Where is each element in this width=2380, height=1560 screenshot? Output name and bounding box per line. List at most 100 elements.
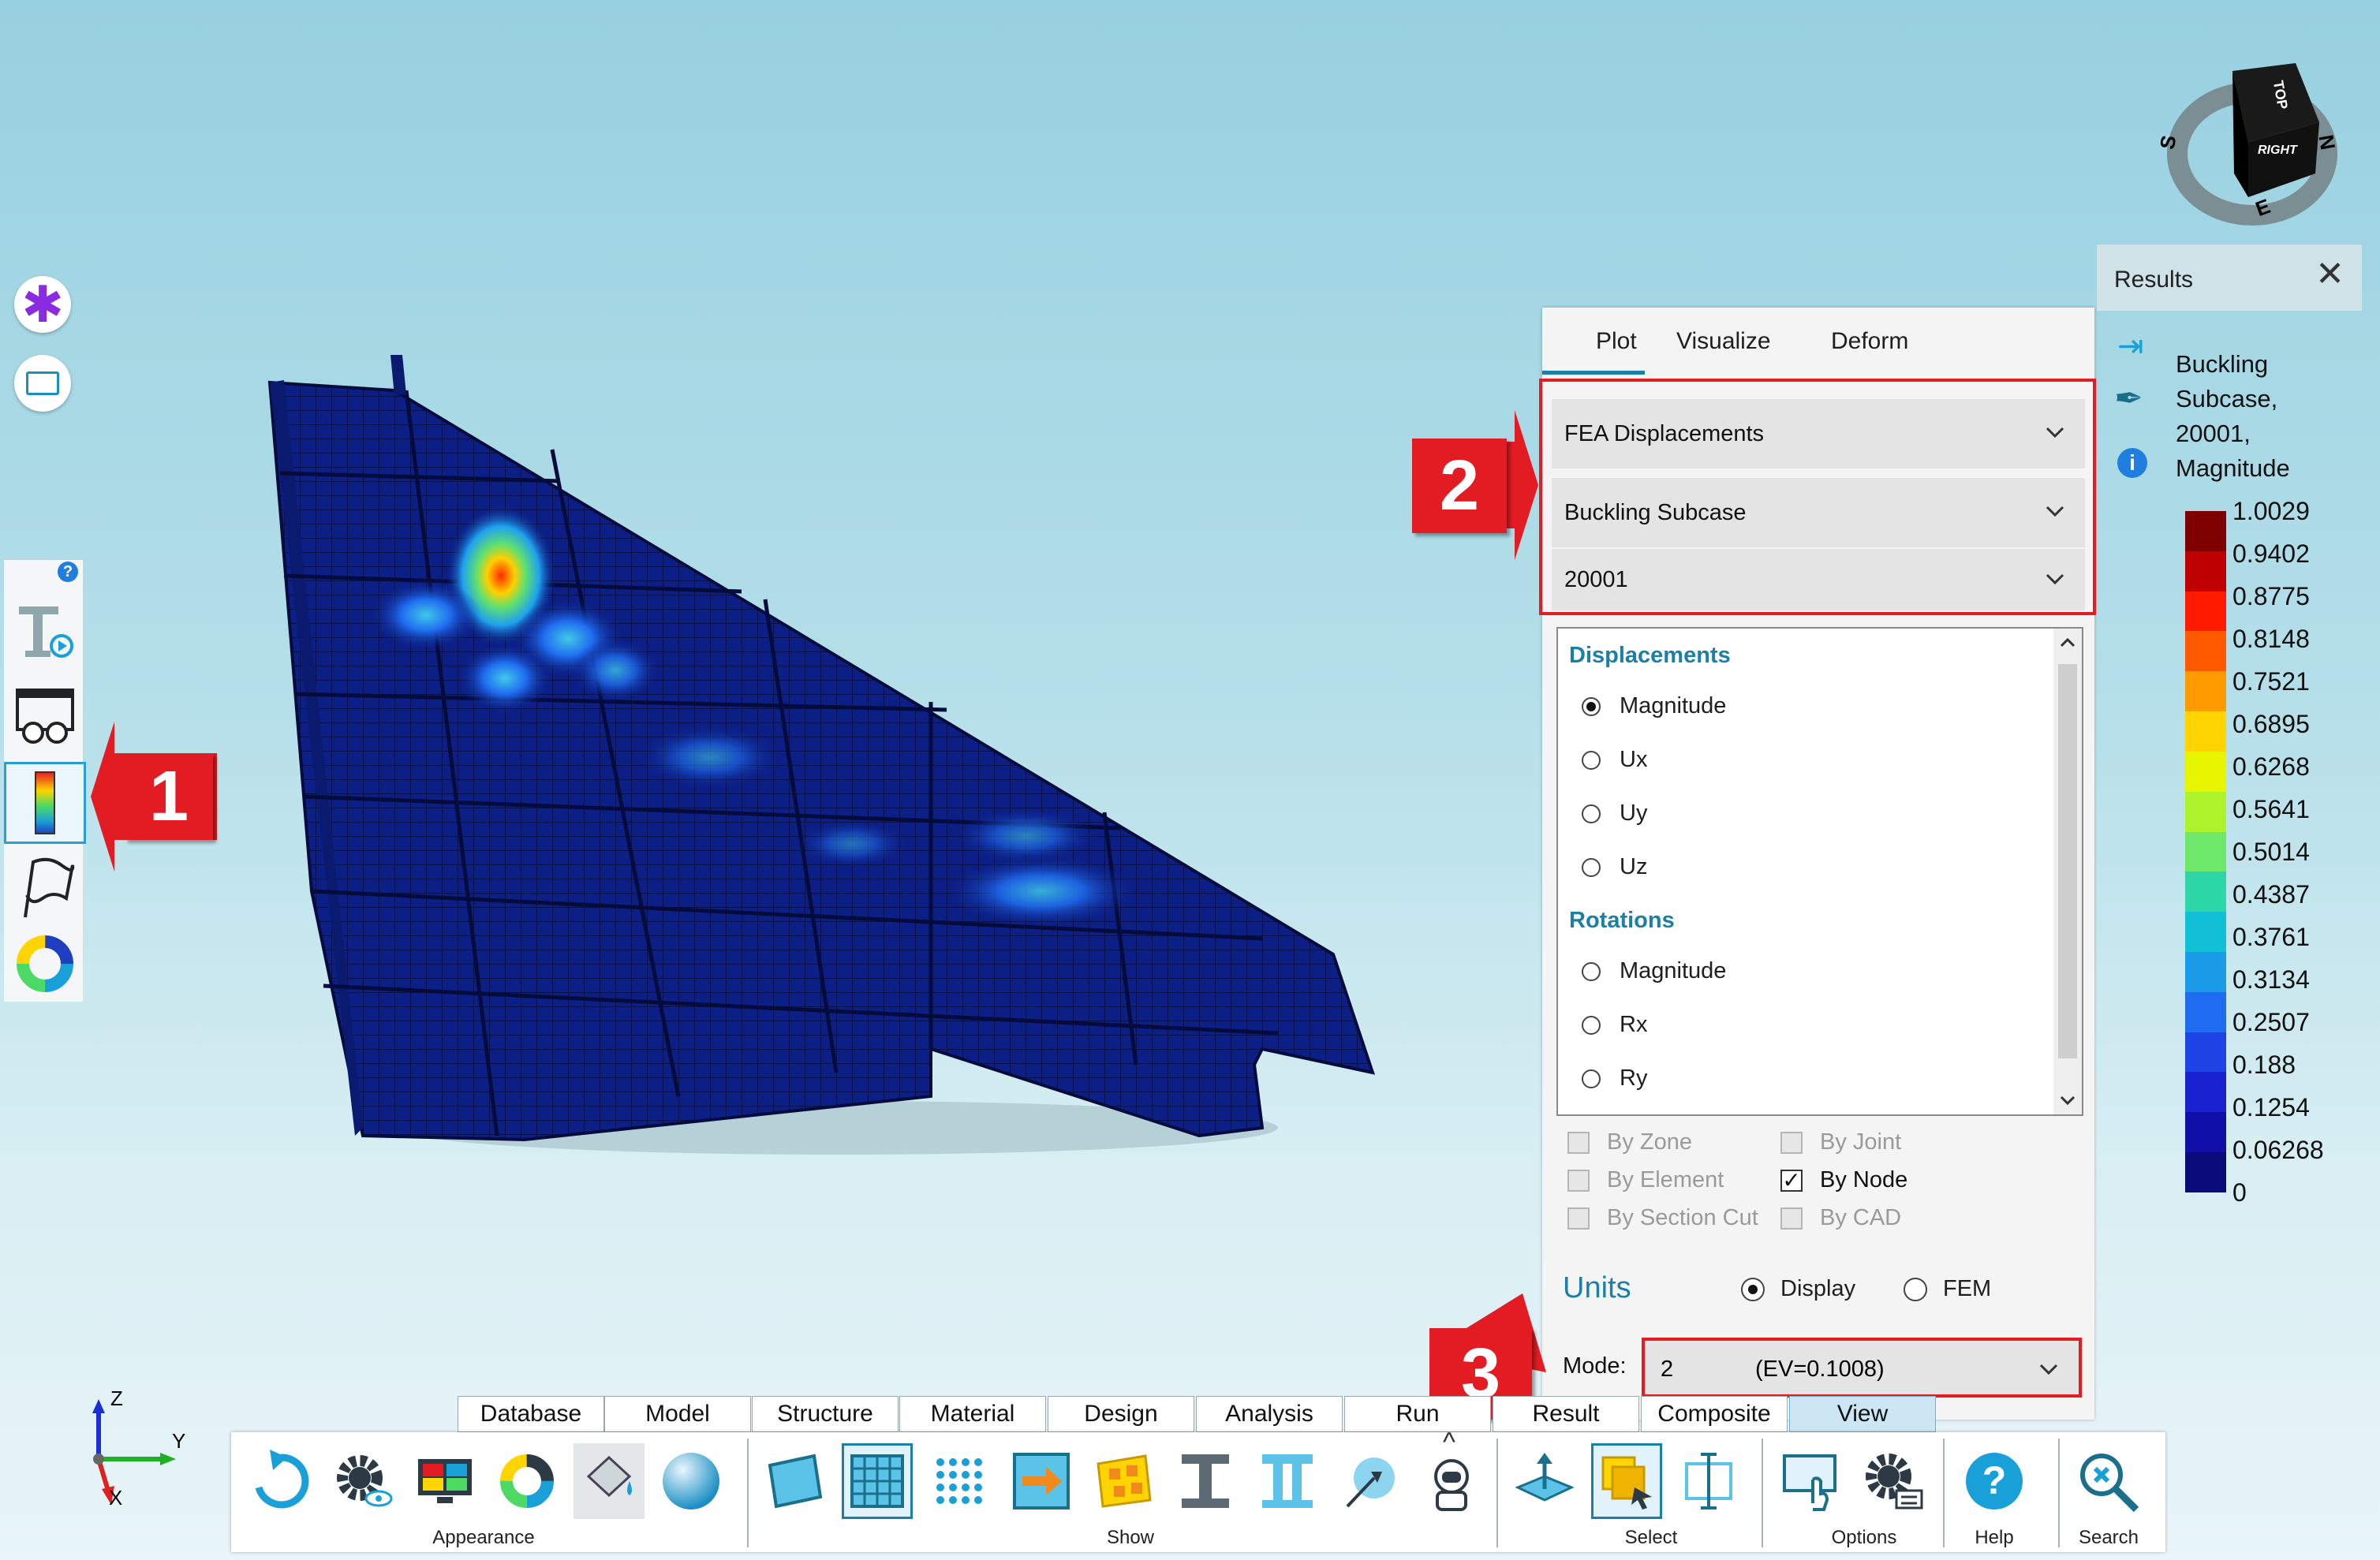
annotation-tool-button[interactable] [4, 592, 86, 674]
tab-model[interactable]: Model [604, 1396, 751, 1432]
select-text-button[interactable] [1673, 1443, 1744, 1519]
radio-empty-icon [1904, 1277, 1927, 1301]
show-loads-button[interactable] [1006, 1443, 1077, 1519]
radio-units-fem[interactable]: FEM [1904, 1276, 1991, 1302]
tab-design[interactable]: Design [1048, 1396, 1194, 1432]
tab-composite[interactable]: Composite [1641, 1396, 1788, 1432]
checkbox-icon [1567, 1207, 1590, 1230]
legend-swatch [2185, 1032, 2226, 1073]
axis-triad-icon [92, 1399, 176, 1505]
tab-material[interactable]: Material [899, 1396, 1046, 1432]
close-icon[interactable]: ✕ [2315, 257, 2345, 292]
flag-button[interactable] [4, 847, 86, 929]
radio-empty-icon [1582, 961, 1601, 981]
radio-units-display[interactable]: Display [1741, 1276, 1855, 1302]
list-scrollbar[interactable] [2053, 629, 2082, 1114]
show-stiffeners-button[interactable] [1252, 1443, 1323, 1519]
radio-selected-icon [1741, 1277, 1765, 1301]
show-surfaces-button[interactable] [760, 1443, 831, 1519]
mode-dropdown[interactable]: 2 (EV=0.1008) [1642, 1338, 2082, 1398]
mode-label: Mode: [1563, 1353, 1627, 1379]
radio-rot-magnitude[interactable]: Magnitude [1582, 958, 1726, 984]
radio-rx[interactable]: Rx [1582, 1012, 1647, 1038]
pen-nib-icon[interactable]: ✒ [2114, 379, 2143, 419]
radio-label: Display [1780, 1276, 1856, 1301]
display-button[interactable] [409, 1443, 480, 1519]
radio-ry[interactable]: Ry [1582, 1066, 1647, 1092]
tab-database[interactable]: Database [458, 1396, 604, 1432]
legend-value: 0.06268 [2232, 1136, 2324, 1164]
paint-bucket-button[interactable] [574, 1443, 645, 1519]
show-nodes-button[interactable] [924, 1443, 995, 1519]
asterisk-icon: ✱ [21, 276, 64, 333]
contour-legend-button[interactable] [4, 762, 86, 844]
chevron-down-icon[interactable] [2053, 1086, 2082, 1114]
select-objects-button[interactable] [1591, 1443, 1662, 1519]
pin-arrow-icon[interactable]: ⇥ [2117, 328, 2144, 364]
checker-panel-icon [1097, 1454, 1152, 1508]
subcase-type-dropdown[interactable]: Buckling Subcase [1552, 478, 2085, 547]
radio-uy[interactable]: Uy [1582, 801, 1647, 827]
tab-deform[interactable]: Deform [1831, 328, 1908, 355]
view-glasses-button[interactable] [4, 677, 86, 759]
select-region-button[interactable] [1509, 1443, 1580, 1519]
show-beams-button[interactable] [1170, 1443, 1241, 1519]
legend-value: 0.5014 [2232, 838, 2310, 866]
legend-value: 1.0029 [2232, 497, 2310, 525]
subcase-id-dropdown[interactable]: 20001 [1552, 549, 2085, 610]
show-mesh-button[interactable] [842, 1443, 913, 1519]
tab-run[interactable]: Run [1344, 1396, 1491, 1432]
checkbox-icon [1567, 1131, 1590, 1154]
asterisk-button[interactable]: ✱ [14, 276, 71, 333]
checkbox-by-joint[interactable]: By Joint [1780, 1129, 1901, 1155]
checkbox-by-element[interactable]: By Element [1567, 1167, 1724, 1193]
help-badge-icon[interactable]: ? [58, 562, 78, 582]
legend-swatch [2185, 871, 2226, 912]
checkbox-by-section-cut[interactable]: By Section Cut [1567, 1205, 1758, 1231]
radio-ux[interactable]: Ux [1582, 747, 1647, 773]
tab-view[interactable]: View [1789, 1396, 1936, 1432]
cube-right-label: RIGHT [2258, 144, 2297, 157]
caret-up-icon[interactable]: ^ [1443, 1428, 1455, 1458]
radio-disp-magnitude[interactable]: Magnitude [1582, 693, 1726, 719]
tab-visualize[interactable]: Visualize [1676, 328, 1771, 355]
legend-value: 0.188 [2232, 1051, 2296, 1079]
dot-grid-icon [936, 1458, 982, 1504]
search-button[interactable] [2072, 1443, 2143, 1519]
chevron-up-icon[interactable] [2053, 629, 2082, 657]
tab-result[interactable]: Result [1493, 1396, 1639, 1432]
checkbox-by-cad[interactable]: By CAD [1780, 1205, 1901, 1231]
show-properties-button[interactable] [1088, 1443, 1159, 1519]
ribbon-separator [1943, 1439, 1945, 1547]
legend-value: 0.6268 [2232, 752, 2310, 781]
options-list[interactable]: Displacements Magnitude Ux Uy Uz Rotatio… [1556, 627, 2083, 1116]
units-label: Units [1563, 1271, 1631, 1304]
info-icon[interactable]: i [2117, 448, 2147, 478]
tab-plot[interactable]: Plot [1596, 328, 1637, 355]
chevron-down-icon [2046, 427, 2064, 439]
refresh-button[interactable] [245, 1443, 316, 1519]
radio-empty-icon [1582, 1015, 1601, 1035]
legend-value: 0.8775 [2232, 582, 2310, 610]
tab-analysis[interactable]: Analysis [1196, 1396, 1343, 1432]
view-cube[interactable]: TOP RIGHT S N E [2155, 55, 2351, 229]
checkbox-label: By Element [1607, 1167, 1724, 1192]
radio-label: Uy [1620, 801, 1648, 826]
screen-options-button[interactable] [1776, 1443, 1847, 1519]
wing-model[interactable] [237, 339, 1404, 1175]
color-ring-button[interactable] [491, 1443, 562, 1519]
scroll-thumb[interactable] [2058, 664, 2077, 1058]
result-type-dropdown[interactable]: FEA Displacements [1552, 399, 2085, 468]
ring-chart-button[interactable] [4, 923, 86, 1005]
radio-uz[interactable]: Uz [1582, 854, 1647, 880]
view-settings-button[interactable] [327, 1443, 398, 1519]
checkbox-by-node[interactable]: ✓ By Node [1780, 1167, 1907, 1193]
chevron-down-icon [2046, 506, 2064, 517]
tab-structure[interactable]: Structure [752, 1396, 899, 1432]
settings-button[interactable] [1858, 1443, 1929, 1519]
checkbox-by-zone[interactable]: By Zone [1567, 1129, 1692, 1155]
help-button[interactable]: ? [1959, 1443, 2030, 1519]
sphere-button[interactable] [656, 1443, 727, 1519]
window-button[interactable] [14, 355, 71, 412]
show-csys-button[interactable] [1334, 1443, 1405, 1519]
